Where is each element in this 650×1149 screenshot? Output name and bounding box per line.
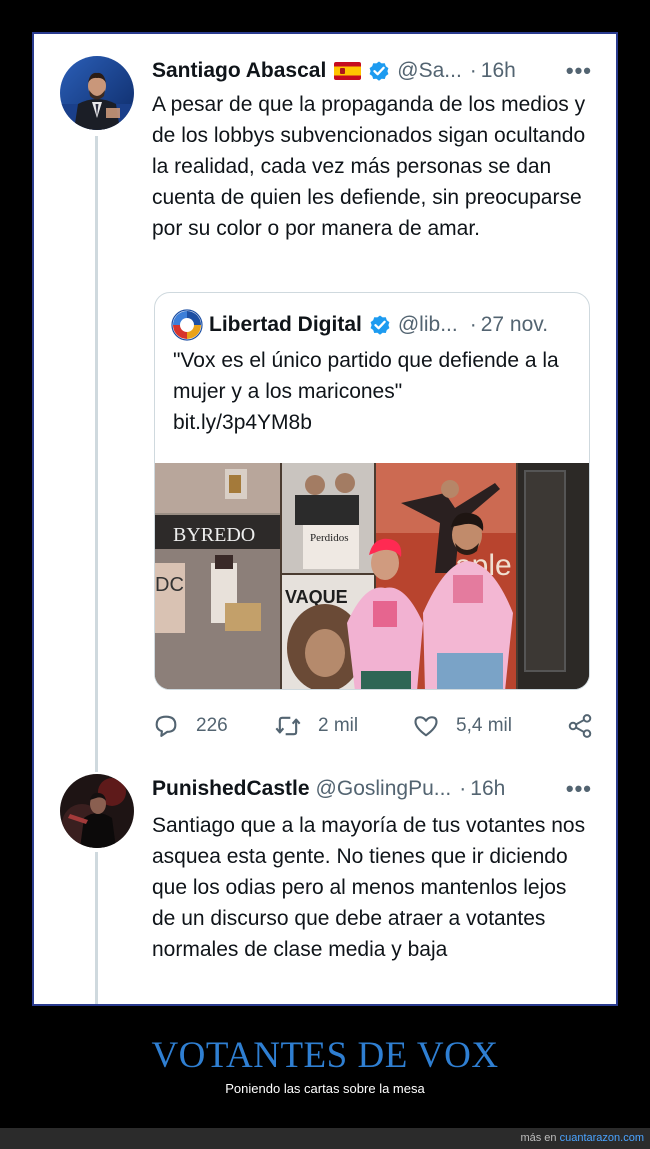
tweet-punishedcastle[interactable]: PunishedCastle @GoslingPu... · 16h ••• S… bbox=[34, 764, 616, 1004]
avatar-image bbox=[60, 774, 134, 848]
quoted-tweet[interactable]: Libertad Digital @lib... · 27 nov. "Vox … bbox=[154, 292, 590, 690]
thread-line-top bbox=[95, 764, 98, 772]
tweet-actions: 226 2 mil 5,4 mil bbox=[152, 706, 592, 746]
poster-sign-vaque: VAQUE bbox=[285, 587, 348, 607]
retweet-button[interactable]: 2 mil bbox=[274, 706, 358, 746]
tweet-header: PunishedCastle @GoslingPu... · 16h ••• bbox=[152, 774, 592, 804]
footer-bar: más en cuantarazon.com bbox=[0, 1128, 650, 1149]
author-name[interactable]: Santiago Abascal bbox=[152, 59, 326, 83]
author-handle[interactable]: @GoslingPu... bbox=[316, 777, 452, 801]
footer-text: más en cuantarazon.com bbox=[520, 1132, 644, 1144]
site-link[interactable]: cuantarazon.com bbox=[560, 1132, 644, 1144]
footer-prefix: más en bbox=[520, 1132, 560, 1144]
thread-line bbox=[95, 852, 98, 1004]
avatar[interactable] bbox=[60, 774, 134, 848]
heart-icon bbox=[414, 716, 438, 737]
avatar-image bbox=[60, 56, 134, 130]
poster-sign-byredo: BYREDO bbox=[173, 524, 255, 546]
quoted-tweet-timestamp[interactable]: 27 nov. bbox=[481, 313, 548, 337]
tweet-timestamp[interactable]: 16h bbox=[470, 777, 505, 801]
tweet-text: A pesar de que la propaganda de los medi… bbox=[152, 93, 586, 240]
verified-badge-icon bbox=[370, 315, 390, 335]
tweet-header: Santiago Abascal @Sa... · 16h ••• bbox=[152, 56, 592, 86]
quoted-tweet-photo[interactable]: BYREDO DC Perdidos VAQUE aple bbox=[155, 463, 589, 689]
like-count: 5,4 mil bbox=[456, 715, 512, 736]
reply-icon bbox=[155, 715, 177, 737]
tweet-santiago-abascal[interactable]: Santiago Abascal @Sa... · 16h ••• A pesa… bbox=[34, 34, 616, 764]
separator-dot: · bbox=[469, 59, 477, 82]
libertad-digital-logo-icon bbox=[171, 309, 203, 341]
photo-posters-image: BYREDO DC Perdidos VAQUE aple bbox=[155, 463, 589, 689]
poster-sign-perdidos: Perdidos bbox=[310, 532, 349, 544]
quoted-tweet-link[interactable]: bit.ly/3p4YM8b bbox=[173, 407, 573, 438]
like-button[interactable]: 5,4 mil bbox=[412, 706, 512, 746]
share-button[interactable] bbox=[566, 706, 594, 746]
reply-count: 226 bbox=[196, 715, 228, 736]
screenshot-frame: Santiago Abascal @Sa... · 16h ••• A pesa… bbox=[32, 32, 618, 1006]
quoted-author-name[interactable]: Libertad Digital bbox=[209, 313, 362, 337]
quoted-tweet-body: "Vox es el único partido que defiende a … bbox=[173, 349, 559, 403]
avatar[interactable] bbox=[60, 56, 134, 130]
reply-button[interactable]: 226 bbox=[152, 706, 228, 746]
quoted-author-handle[interactable]: @lib... bbox=[398, 313, 458, 337]
meme-subtitle: Poniendo las cartas sobre la mesa bbox=[225, 1081, 425, 1096]
tweet-text: Santiago que a la mayoría de tus votante… bbox=[152, 814, 586, 961]
thread-line bbox=[95, 136, 98, 764]
spain-flag-icon bbox=[334, 62, 362, 80]
retweet-icon bbox=[275, 716, 301, 736]
tweet-timestamp[interactable]: 16h bbox=[481, 59, 516, 83]
meme-title: VOTANTES DE VOX bbox=[151, 1035, 499, 1076]
separator-dot: · bbox=[469, 313, 477, 336]
poster-sign-dc: DC bbox=[155, 574, 184, 596]
author-name[interactable]: PunishedCastle bbox=[152, 777, 310, 801]
more-options-icon[interactable]: ••• bbox=[566, 58, 592, 84]
quoted-tweet-header: Libertad Digital @lib... · 27 nov. bbox=[171, 309, 573, 341]
separator-dot: · bbox=[459, 777, 467, 800]
more-options-icon[interactable]: ••• bbox=[566, 776, 592, 802]
share-icon bbox=[568, 714, 592, 738]
retweet-count: 2 mil bbox=[318, 715, 359, 736]
author-handle[interactable]: @Sa... bbox=[397, 59, 462, 83]
verified-badge-icon bbox=[369, 61, 389, 81]
quoted-tweet-text: "Vox es el único partido que defiende a … bbox=[173, 345, 573, 438]
